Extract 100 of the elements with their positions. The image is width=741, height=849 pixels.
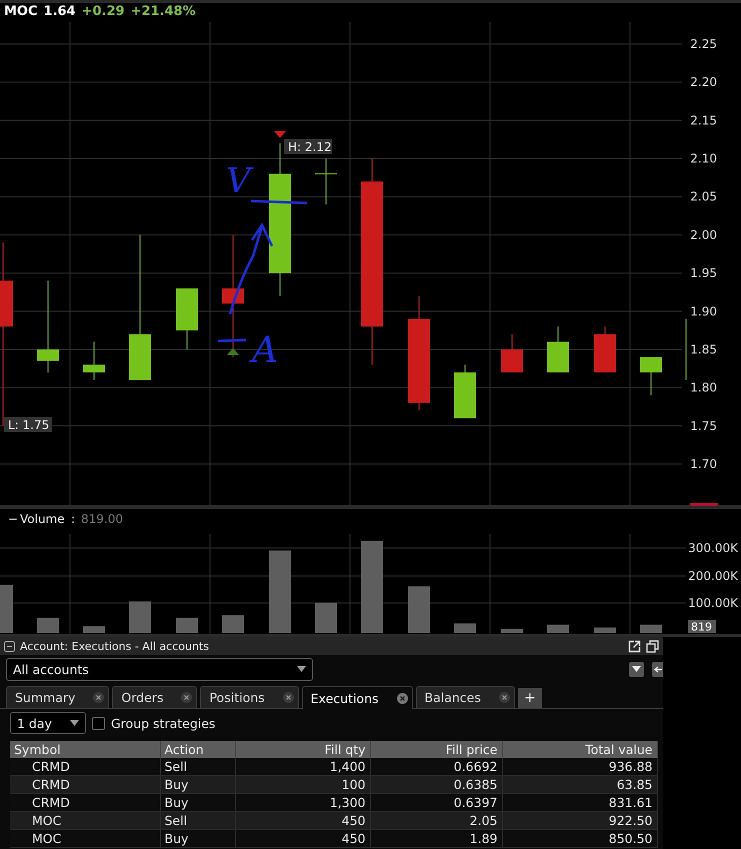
candlestick (454, 364, 476, 419)
column-header[interactable]: Action (160, 741, 235, 758)
table-cell: Sell (160, 812, 235, 830)
table-cell: 1,400 (235, 758, 370, 776)
tab[interactable]: Positions (200, 686, 299, 708)
caret-icon (297, 666, 306, 672)
volume-label: Volume (20, 512, 65, 526)
table-cell: MOC (10, 830, 160, 848)
annotation-line (218, 338, 246, 342)
table-cell: 450 (235, 812, 370, 830)
panel-title: Account: Executions - All accounts (20, 640, 209, 652)
candlestick (594, 326, 616, 373)
low-marker-icon (227, 348, 239, 355)
price-axis-label: 1.85 (690, 342, 717, 356)
table-cell: Sell (160, 758, 235, 776)
last-price: 1.64 (44, 4, 76, 19)
table-cell: 63.85 (502, 776, 657, 794)
close-icon[interactable] (181, 692, 192, 703)
volume-axis-label: 100.00K (688, 596, 738, 610)
table-cell: Buy (160, 794, 235, 812)
close-icon[interactable] (396, 692, 408, 704)
price-axis-label: 1.90 (690, 304, 717, 318)
table-cell: 1.89 (370, 830, 502, 848)
volume-bar (315, 602, 337, 633)
price-axis-label: 1.70 (690, 456, 717, 471)
table-cell: 936.88 (502, 758, 657, 776)
price-axis-label: 2.15 (690, 113, 717, 128)
table-cell: CRMD (10, 776, 160, 794)
table-cell: 831.61 (502, 794, 657, 812)
column-header[interactable]: Fill price (370, 741, 502, 758)
period-dropdown[interactable]: 1 day (10, 712, 86, 734)
account-dropdown[interactable]: All accounts (6, 658, 313, 680)
price-axis-label: 1.95 (690, 266, 717, 280)
volume-bar (594, 628, 616, 633)
table-cell: CRMD (10, 758, 160, 776)
volume-bar (547, 624, 569, 633)
table-cell: 850.50 (502, 830, 657, 848)
volume-bar (408, 586, 430, 633)
candlestick (314, 158, 338, 205)
price-change: +0.29 (82, 4, 125, 19)
restore-icon[interactable] (646, 640, 659, 652)
add-tab-button[interactable]: + (518, 688, 542, 708)
price-axis-label: 1.75 (690, 418, 717, 433)
tab[interactable]: Executions (302, 686, 413, 709)
table-cell: 0.6397 (370, 794, 502, 812)
tab[interactable]: Orders (112, 686, 198, 708)
price-axis-label: 2.10 (690, 152, 717, 166)
close-icon[interactable] (282, 692, 294, 703)
ticker-symbol: MOC (4, 4, 38, 19)
close-icon[interactable] (498, 692, 510, 703)
volume-separator: : (71, 512, 76, 526)
close-icon[interactable] (93, 692, 104, 703)
table-cell: 2.05 (370, 812, 502, 830)
volume-axis-label: 200.00K (688, 569, 738, 583)
candlestick (640, 356, 662, 396)
checkbox[interactable] (92, 716, 105, 730)
dropdown-button[interactable] (629, 662, 644, 676)
volume-axis-label: 300.00K (688, 541, 738, 555)
volume-bar (640, 624, 662, 633)
price-axis-label: 2.25 (690, 37, 717, 51)
candlestick (176, 288, 198, 350)
price-axis-label: 1.80 (690, 380, 717, 395)
table-cell: 922.50 (502, 812, 657, 830)
checkbox-label: Group strategies (111, 716, 216, 730)
collapse-toggle[interactable]: − (8, 512, 18, 526)
annotation-text: V (226, 161, 251, 201)
volume-bar (222, 615, 244, 633)
volume-bar (0, 584, 13, 633)
column-header[interactable]: Symbol (10, 741, 160, 758)
tab[interactable]: Balances (416, 686, 515, 708)
table-cell: MOC (10, 812, 160, 830)
volume-bar (454, 623, 476, 633)
table-cell: 0.6692 (370, 758, 502, 776)
column-header[interactable]: Total value (502, 741, 657, 758)
caret-icon (632, 666, 641, 672)
high-price-tag: H: 2.12 (284, 139, 332, 154)
table-cell: CRMD (10, 794, 160, 812)
column-header[interactable]: Fill qty (235, 741, 370, 758)
volume-bar (83, 626, 105, 633)
candlestick (547, 326, 569, 373)
link-icon (653, 664, 662, 674)
volume-bar (501, 628, 523, 633)
table-cell: 0.6385 (370, 776, 502, 794)
price-axis-label: 2.00 (690, 228, 717, 242)
last-volume-tag: 819 (688, 620, 716, 634)
popout-icon[interactable] (628, 640, 641, 652)
panel-menu-icon[interactable] (4, 640, 15, 652)
price-axis-label: 2.05 (690, 190, 717, 204)
caret-icon (70, 720, 79, 726)
table-cell: Buy (160, 776, 235, 794)
price-axis-label: 2.20 (690, 75, 717, 90)
tab[interactable]: Summary (6, 686, 110, 708)
annotation-line (250, 200, 308, 204)
low-price-tag: L: 1.75 (4, 417, 52, 432)
volume-value: 819.00 (81, 512, 123, 526)
table-cell: Buy (160, 830, 235, 848)
table-cell: 450 (235, 830, 370, 848)
volume-bar (176, 618, 198, 633)
high-marker-icon (274, 131, 286, 138)
link-button[interactable] (652, 662, 663, 676)
